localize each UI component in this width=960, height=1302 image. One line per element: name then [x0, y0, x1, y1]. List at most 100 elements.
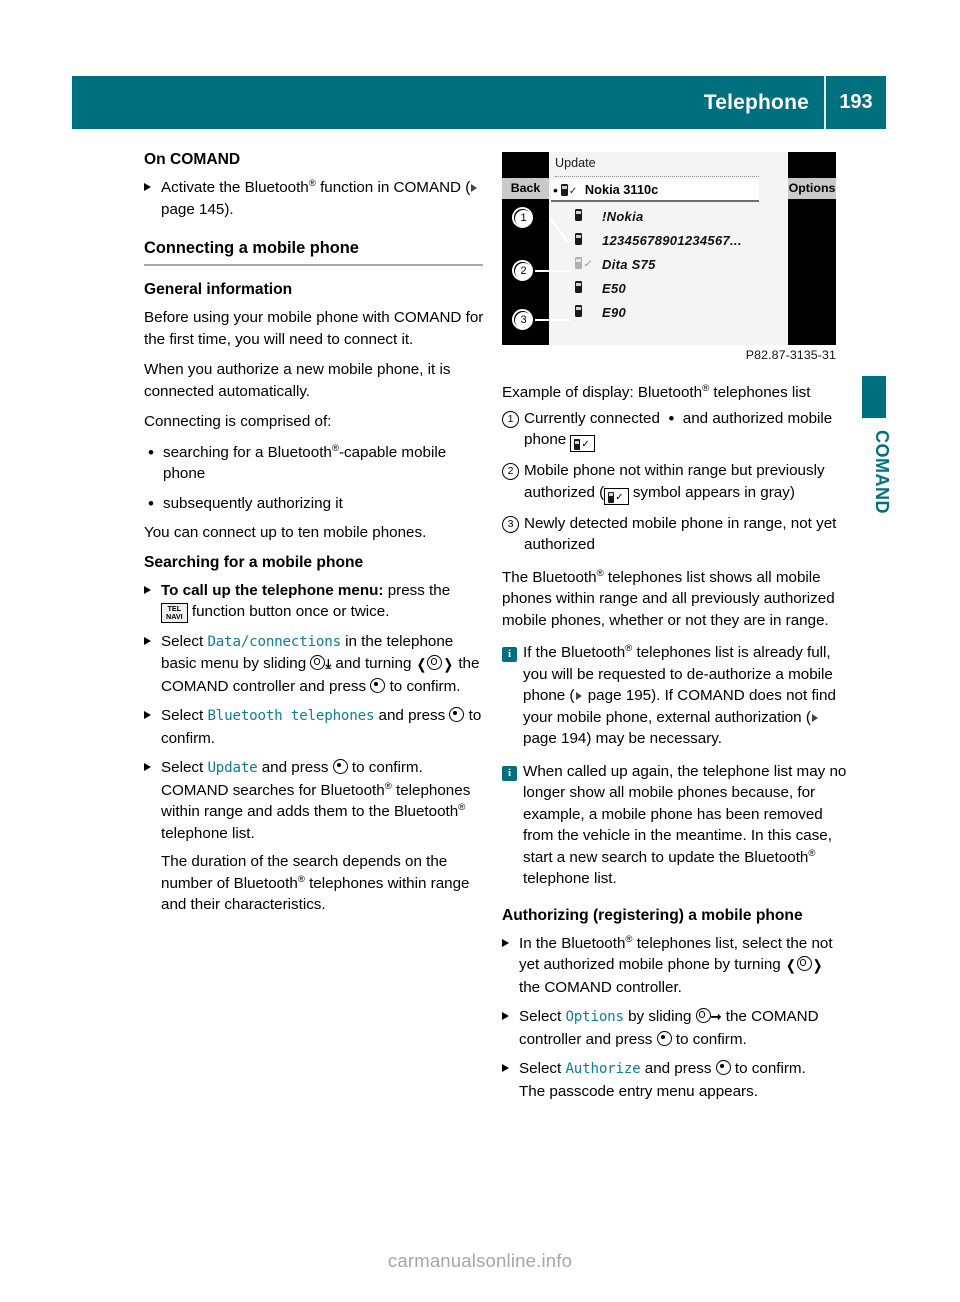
- step-text-cont4: to confirm.: [385, 677, 461, 695]
- list-item-label: E90: [602, 304, 627, 320]
- comand-controller-turn-icon: [796, 956, 812, 971]
- bullet-dot-icon: •: [148, 442, 154, 462]
- callout-number: 1: [515, 210, 532, 227]
- step-select-options: Select Options by sliding ➞ the COMAND c…: [502, 1006, 847, 1050]
- step-triangle-icon: [502, 933, 519, 955]
- step-triangle-icon: [144, 631, 161, 653]
- phone-authorized-symbol-icon: ✓: [570, 435, 595, 452]
- phone-icon: [551, 305, 582, 319]
- registered-icon: ®: [308, 177, 316, 189]
- note-text: When called up again, the telephone list…: [523, 762, 847, 866]
- figure-code: P82.87-3135-31: [745, 348, 836, 362]
- phone-authorized-icon: ✓: [560, 183, 581, 197]
- arrow-right-icon: ➞: [710, 1009, 722, 1024]
- legend-item-3: 3 Newly detected mobile phone in range, …: [502, 513, 847, 556]
- step-select-bluetooth-telephones: Select Bluetooth telephones and press to…: [144, 705, 489, 749]
- callout-number: 2: [515, 263, 532, 280]
- screen-title: Update: [555, 156, 596, 170]
- menu-item-bluetooth-telephones[interactable]: Bluetooth telephones: [207, 708, 374, 724]
- heading-general-information: General information: [144, 281, 293, 298]
- step-text-cont: function button once or twice.: [187, 603, 390, 620]
- page-number: 193: [839, 91, 873, 113]
- page-ref-icon: [811, 713, 818, 722]
- screen-selected-row[interactable]: • ✓ Nokia 3110c: [551, 179, 759, 202]
- header-divider: [824, 76, 826, 129]
- phone-icon: [551, 209, 582, 223]
- step-text: In the Bluetooth: [519, 934, 626, 952]
- info-icon: i: [502, 642, 523, 664]
- step-text-cont2: to confirm.: [730, 1060, 806, 1077]
- list-item[interactable]: 12345678901234567...: [551, 228, 789, 252]
- step-call-up-telephone-menu: To call up the telephone menu: press the…: [144, 580, 489, 623]
- legend-number: 2: [502, 463, 519, 480]
- legend-number-icon: 1: [502, 408, 524, 430]
- connected-dot-icon: •: [668, 408, 675, 428]
- comand-controller-press-icon: [370, 677, 386, 693]
- step-triangle-icon: [502, 1006, 519, 1028]
- comand-controller-press-icon: [332, 759, 348, 775]
- menu-item-data-connections[interactable]: Data/connections: [207, 634, 341, 650]
- bullet-text: searching for a Bluetooth: [163, 443, 332, 461]
- list-item[interactable]: E50: [551, 276, 789, 300]
- step-triangle-icon: [502, 1058, 519, 1080]
- registered-icon: ®: [458, 802, 466, 814]
- screen-back-button[interactable]: Back: [502, 178, 549, 199]
- connected-dot-icon: •: [553, 181, 558, 198]
- note-page-ref-2: page 194) may be necessary.: [523, 730, 722, 747]
- step-text: press the: [383, 581, 451, 599]
- heading-authorizing: Authorizing (registering) a mobile phone: [502, 906, 803, 924]
- step-triangle-icon: [144, 705, 161, 727]
- list-item-label: 12345678901234567...: [602, 232, 742, 248]
- step-text-cont: and press: [374, 707, 446, 725]
- turn-right-icon: ❭: [442, 656, 455, 673]
- bullet-searching: • searching for a Bluetooth®-capable mob…: [144, 442, 489, 485]
- step-text: Select: [161, 632, 204, 650]
- legend-item-1: 1 Currently connected • and authorized m…: [502, 408, 847, 452]
- list-item[interactable]: !Nokia: [551, 204, 789, 228]
- step-text-cont2: and turning: [331, 655, 412, 673]
- telnavi-line-2: NAVI: [166, 612, 183, 621]
- note-2: i When called up again, the telephone li…: [502, 761, 847, 890]
- info-icon: i: [502, 761, 523, 783]
- turn-right-icon: ❭: [811, 957, 824, 973]
- step-text: Select: [519, 1008, 562, 1025]
- list-item[interactable]: E90: [551, 300, 789, 324]
- step-text-cont3: to confirm.: [671, 1030, 747, 1048]
- step-text: Select: [519, 1060, 562, 1077]
- step-select-unauthorized-phone: In the Bluetooth® telephones list, selec…: [502, 933, 847, 999]
- menu-item-update[interactable]: Update: [207, 760, 257, 776]
- menu-item-authorize[interactable]: Authorize: [565, 1061, 640, 1077]
- comand-controller-slide-icon: [695, 1008, 711, 1023]
- heading-connecting-mobile-phone: Connecting a mobile phone: [144, 239, 359, 257]
- callout-1: 1: [512, 207, 533, 228]
- step-select-update: Select Update and press to confirm. COMA…: [144, 757, 489, 916]
- menu-item-options[interactable]: Options: [565, 1009, 624, 1025]
- legend-text-cont: symbol appears in gray): [628, 483, 795, 501]
- step-text-cont: and press: [640, 1060, 712, 1077]
- comand-controller-slide-icon: [310, 655, 326, 671]
- list-item-label: !Nokia: [602, 208, 644, 224]
- screen-selected-entry-name: Nokia 3110c: [584, 182, 659, 197]
- screen-options-button[interactable]: Options: [788, 178, 836, 199]
- list-item[interactable]: ✓ Dita S75: [551, 252, 789, 276]
- list-item-label: Dita S75: [602, 256, 656, 272]
- callout-2: 2: [512, 260, 533, 281]
- note-text-cont: telephone list.: [523, 870, 617, 887]
- step-text-cont2: the COMAND controller.: [519, 978, 682, 996]
- section-connecting: Connecting a mobile phone: [144, 238, 489, 266]
- section-rule: [144, 264, 483, 266]
- page-ref-text: page 145).: [161, 200, 234, 218]
- legend-number-icon: 3: [502, 513, 524, 535]
- paragraph-up-to-ten: You can connect up to ten mobile phones.: [144, 524, 427, 541]
- step-body-text: COMAND searches for Bluetooth: [161, 781, 385, 799]
- registered-icon: ®: [808, 847, 816, 859]
- callout-3: 3: [512, 309, 533, 330]
- comand-controller-press-icon: [715, 1060, 731, 1075]
- step-text: Select: [161, 759, 204, 777]
- bullet-dot-icon: •: [148, 493, 154, 513]
- callout-number: 3: [515, 312, 532, 329]
- caption-text-cont: telephones list: [709, 384, 811, 401]
- screen-phone-list: !Nokia 12345678901234567... ✓ Dita S75 E…: [551, 204, 789, 324]
- step-text-cont: and press: [257, 759, 329, 777]
- turn-left-icon: ❬: [784, 957, 797, 973]
